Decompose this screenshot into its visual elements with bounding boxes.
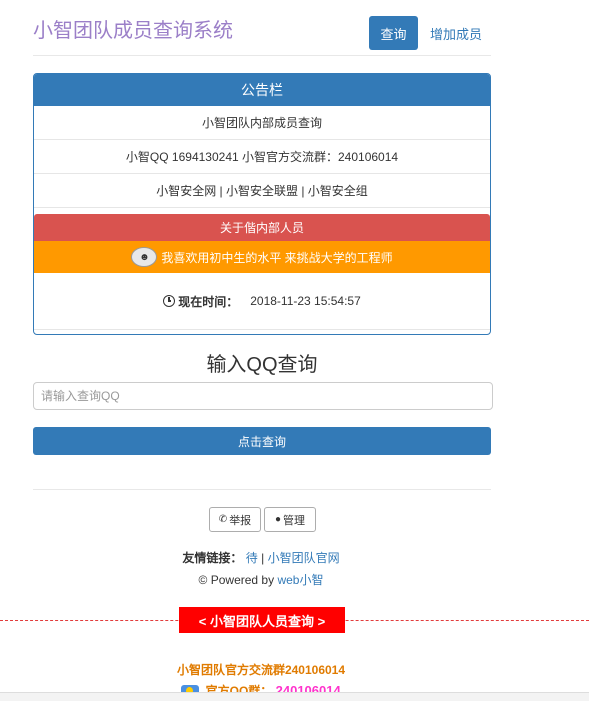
friend-link-official-site[interactable]: 小智团队官网 [268,551,340,565]
report-button[interactable]: ✆ 举报 [209,507,261,532]
time-label: 现在时间： [178,294,239,309]
admin-button[interactable]: ● 管理 [264,507,316,532]
emoticon-icon: ☻ [131,247,158,267]
team-query-banner[interactable]: < 小智团队人员查询 > [179,607,345,633]
friend-links-label: 友情链接： [182,551,243,565]
notice-row: 小智安全网 | 小智安全联盟 | 小智安全组 [34,174,490,208]
friend-links: 友情链接： 待 | 小智团队官网 [0,549,522,566]
report-label: 举报 [229,514,252,527]
qq-search-input[interactable] [33,382,493,410]
link-separator: | [257,551,268,565]
nav-add-member-link[interactable]: 增加成员 [428,16,484,50]
official-group-text: 小智团队官方交流群240106014 [176,663,346,677]
friend-link-1[interactable]: 待 [246,551,258,565]
notice-row: 小智QQ 1694130241 小智官方交流群：240106014 [34,140,490,174]
notice-banner-orange: ☻ 我喜欢用初中生的水平 来挑战大学的工程师 [34,241,490,273]
query-title: 输入QQ查询 [206,354,318,376]
notice-panel: 公告栏 小智团队内部成员查询 小智QQ 1694130241 小智官方交流群：2… [33,73,491,335]
time-value: 2018-11-23 15:54:57 [250,294,361,308]
notice-alert-red: 关于偕内部人员 [34,214,490,241]
mid-divider [33,489,491,490]
powered-by-link[interactable]: web小智 [277,573,323,587]
notice-panel-heading: 公告栏 [34,74,490,106]
top-divider [33,55,491,56]
powered-prefix: © Powered by [198,573,278,587]
submit-query-button[interactable]: 点击查询 [33,427,491,455]
admin-label: 管理 [283,514,306,527]
notice-banner-text: 我喜欢用初中生的水平 来挑战大学的工程师 [161,250,393,265]
clock-icon [163,295,176,307]
nav-query-button[interactable]: 查询 [369,16,418,50]
user-icon: ● [274,514,282,525]
notice-row: 小智团队内部成员查询 [34,106,490,140]
report-icon: ✆ [218,514,228,525]
app-title: 小智团队成员查询系统 [33,20,233,42]
powered-by: © Powered by web小智 [0,571,522,588]
current-time-row: 现在时间： 2018-11-23 15:54:57 [34,273,490,330]
